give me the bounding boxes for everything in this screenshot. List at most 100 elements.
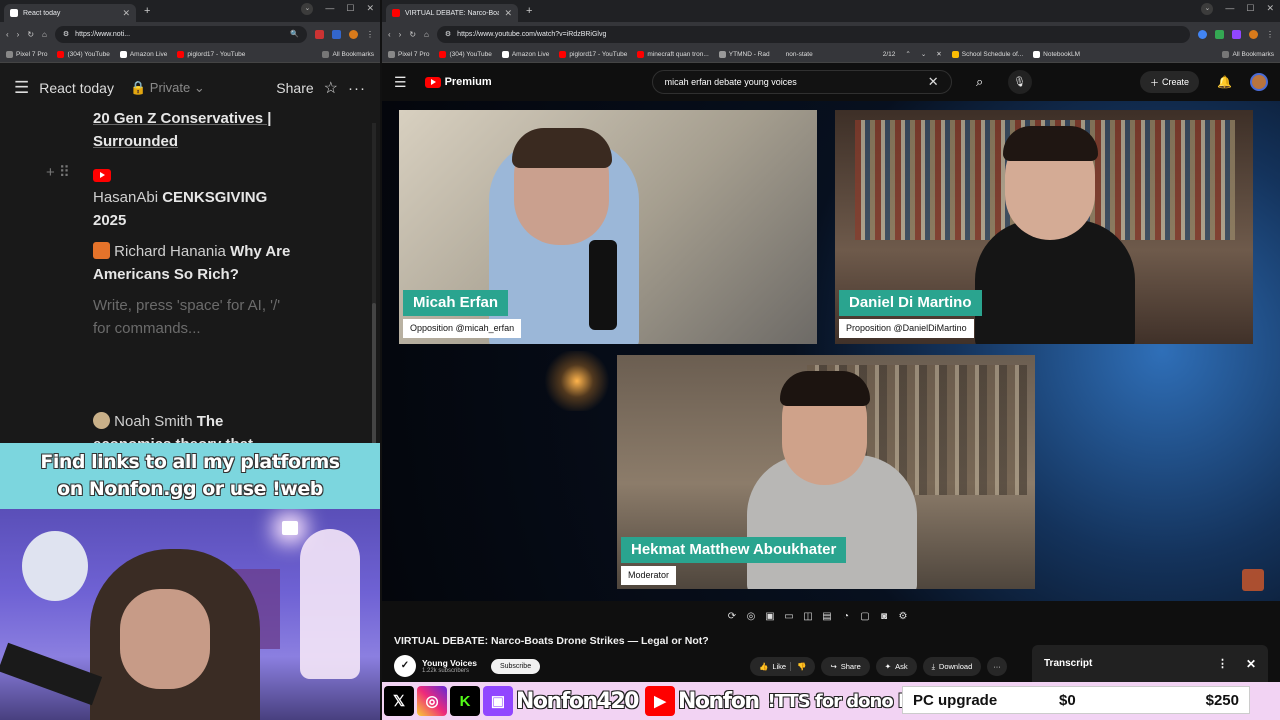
speed-icon[interactable]: ◔ <box>840 611 852 622</box>
bookmark-item[interactable]: piglord17 - YouTube <box>177 50 245 58</box>
placeholder-text[interactable]: Write, press 'space' for AI, '/' for com… <box>93 294 293 340</box>
find-in-page-input[interactable]: non-state <box>786 51 813 58</box>
tab-search-icon[interactable]: ⌄ <box>301 3 314 15</box>
find-prev-icon[interactable]: ⌃ <box>905 50 910 58</box>
clear-search-icon[interactable]: ✕ <box>928 74 939 90</box>
right-tab-strip: VIRTUAL DEBATE: Narco-Boats ✕ + ⌄ — ☐ ✕ <box>382 0 1280 22</box>
left-tab[interactable]: React today ✕ <box>4 4 136 22</box>
voice-search-icon[interactable]: 🎙 <box>1007 70 1032 94</box>
bookmark-item[interactable]: Amazon Live <box>501 50 549 58</box>
account-avatar[interactable] <box>1250 73 1268 91</box>
home-icon[interactable]: ⌂ <box>42 30 47 39</box>
theater-icon[interactable]: ▭ <box>783 611 795 622</box>
captions-icon[interactable]: ▤ <box>821 611 833 622</box>
bookmark-item[interactable]: piglord17 - YouTube <box>559 50 627 58</box>
favorite-star-icon[interactable]: ☆ <box>324 78 338 98</box>
share-button[interactable]: Share <box>276 80 313 96</box>
bookmark-item[interactable]: Amazon Live <box>119 50 167 58</box>
player-overlay-button[interactable] <box>1242 569 1264 591</box>
list-item[interactable]: Richard Hanania Why Are Americans So Ric… <box>93 240 293 286</box>
close-transcript-icon[interactable]: ✕ <box>1246 657 1256 671</box>
left-toolbar: ‹ › ↻ ⌂ ⚙ https://www.noti... 🔍 ⋮ <box>0 22 380 46</box>
extension-icon[interactable] <box>1215 29 1224 39</box>
extension-icon[interactable] <box>332 29 341 39</box>
bookmark-item[interactable]: (304) YouTube <box>57 50 110 58</box>
privacy-dropdown[interactable]: 🔒 Private ⌄ <box>130 80 205 96</box>
ask-button[interactable]: ✦ Ask <box>875 657 917 676</box>
list-item[interactable]: 20 Gen Z Conservatives | Surrounded <box>93 107 293 153</box>
maximize-icon[interactable]: ☐ <box>1246 3 1254 15</box>
close-tab-icon[interactable]: ✕ <box>122 8 130 19</box>
list-item[interactable] <box>93 163 293 186</box>
extension-icon[interactable] <box>1232 29 1241 39</box>
zoom-icon[interactable]: 🔍 <box>290 30 299 38</box>
create-button[interactable]: ＋ Create <box>1140 71 1200 93</box>
screenshot-icon[interactable]: ▣ <box>764 611 776 622</box>
more-actions-icon[interactable]: ··· <box>987 657 1007 676</box>
channel-name[interactable]: Young Voices <box>422 658 477 668</box>
back-icon[interactable]: ‹ <box>388 30 391 39</box>
new-tab-icon[interactable]: + <box>526 5 532 17</box>
forward-icon[interactable]: › <box>17 30 20 39</box>
bookmark-item[interactable]: NotebookLM <box>1033 50 1080 58</box>
all-bookmarks[interactable]: All Bookmarks <box>1222 50 1274 58</box>
settings-gear-icon[interactable]: ⚙ <box>897 611 909 622</box>
find-close-icon[interactable]: ✕ <box>936 50 941 58</box>
find-next-icon[interactable]: ⌄ <box>921 50 926 58</box>
site-info-icon[interactable]: ⚙ <box>63 30 69 38</box>
forward-icon[interactable]: › <box>399 30 402 39</box>
youtube-logo[interactable]: Premium <box>424 76 492 88</box>
menu-icon[interactable]: ⋮ <box>366 30 374 39</box>
subscribe-button[interactable]: Subscribe <box>490 658 541 674</box>
minimize-icon[interactable]: — <box>1225 3 1234 15</box>
pip-icon[interactable]: ▢ <box>859 611 871 622</box>
home-icon[interactable]: ⌂ <box>424 30 429 39</box>
bookmark-item[interactable]: (304) YouTube <box>439 50 492 58</box>
notifications-bell-icon[interactable]: 🔔 <box>1217 75 1232 89</box>
close-window-icon[interactable]: ✕ <box>1266 3 1274 15</box>
hamburger-menu-icon[interactable]: ☰ <box>14 78 29 98</box>
maximize-icon[interactable]: ☐ <box>346 3 354 15</box>
bookmark-item[interactable]: Pixel 7 Pro <box>6 50 47 58</box>
tab-search-icon[interactable]: ⌄ <box>1201 3 1214 15</box>
extension-icon[interactable] <box>315 29 324 39</box>
search-input[interactable]: micah erfan debate young voices ✕ <box>651 70 952 94</box>
like-button[interactable]: 👍 Like 👎 <box>750 657 816 676</box>
bookmark-item[interactable]: YTMND - Rad <box>718 50 770 58</box>
download-button[interactable]: ⤓ Download <box>922 657 982 676</box>
video-player[interactable]: Micah Erfan Opposition @micah_erfan Dani… <box>382 101 1280 601</box>
right-address-bar[interactable]: ⚙ https://www.youtube.com/watch?v=iRdzBR… <box>436 25 1190 43</box>
bookmark-item[interactable]: minecraft quan tron... <box>637 50 709 58</box>
bookmark-item[interactable]: Pixel 7 Pro <box>388 50 429 58</box>
bookmark-item[interactable]: School Schedule of... <box>951 50 1023 58</box>
new-tab-icon[interactable]: + <box>144 5 150 17</box>
streamer-webcam <box>0 509 380 720</box>
miniplayer-icon[interactable]: ◫ <box>802 611 814 622</box>
reload-icon[interactable]: ↻ <box>409 30 416 39</box>
site-info-icon[interactable]: ⚙ <box>445 30 451 38</box>
close-window-icon[interactable]: ✕ <box>366 3 374 15</box>
left-address-bar[interactable]: ⚙ https://www.noti... 🔍 <box>54 25 307 43</box>
add-block-icon[interactable]: + ⠿ <box>46 163 70 181</box>
thumbs-down-icon[interactable]: 👎 <box>790 662 806 671</box>
all-bookmarks[interactable]: All Bookmarks <box>322 50 374 58</box>
search-icon[interactable]: ⌕ <box>962 70 998 94</box>
camera-icon[interactable]: ◙ <box>878 611 890 622</box>
list-item[interactable]: HasanAbi CENKSGIVING 2025 <box>93 186 293 232</box>
minimize-icon[interactable]: — <box>325 3 334 15</box>
audio-icon[interactable]: ◎ <box>745 611 757 622</box>
back-icon[interactable]: ‹ <box>6 30 9 39</box>
share-button[interactable]: ↪ Share <box>821 657 870 676</box>
extension-icon[interactable] <box>1198 29 1207 39</box>
youtube-menu-icon[interactable]: ☰ <box>394 74 407 91</box>
transcript-menu-icon[interactable]: ⋮ <box>1217 657 1228 670</box>
close-tab-icon[interactable]: ✕ <box>504 8 512 19</box>
more-options-icon[interactable]: ··· <box>348 80 366 97</box>
channel-avatar[interactable]: ✓ <box>394 655 416 677</box>
reload-icon[interactable]: ↻ <box>27 30 34 39</box>
profile-icon[interactable] <box>1249 29 1258 39</box>
loop-icon[interactable]: ⟳ <box>726 611 738 622</box>
menu-icon[interactable]: ⋮ <box>1266 30 1274 39</box>
right-tab[interactable]: VIRTUAL DEBATE: Narco-Boats ✕ <box>386 4 518 22</box>
profile-icon[interactable] <box>349 29 358 39</box>
